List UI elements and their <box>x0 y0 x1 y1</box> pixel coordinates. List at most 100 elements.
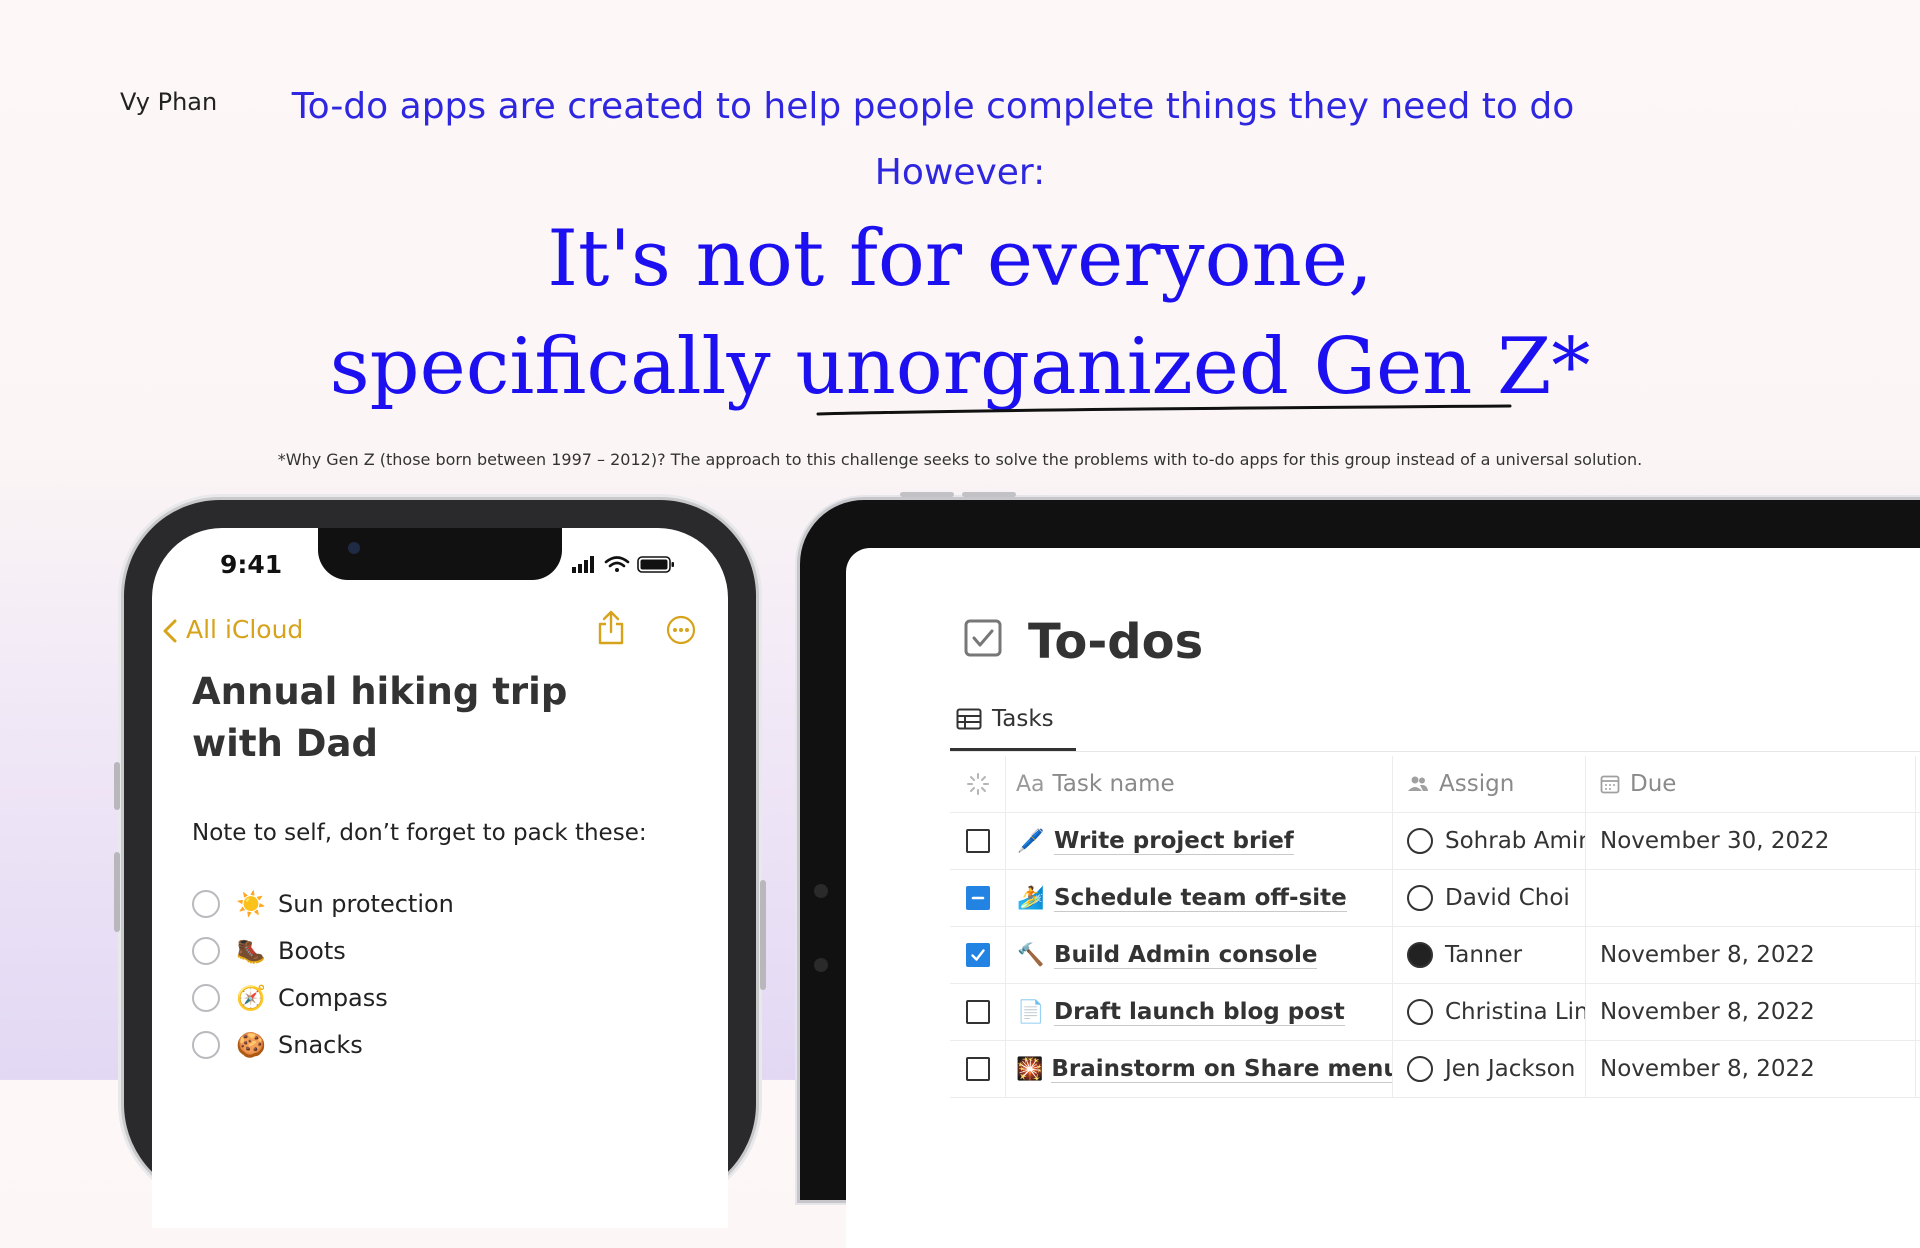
table-row: 📄 Draft launch blog post Christina Lin N… <box>950 984 1920 1041</box>
assignee-name: David Choi <box>1445 885 1570 911</box>
sparkler-icon: 🎇 <box>1016 1056 1044 1082</box>
checklist-item: 🥾 Boots <box>192 927 454 974</box>
table-row: 🎇 Brainstorm on Share menu Jen Jackson N… <box>950 1041 1920 1098</box>
checkbox-circle[interactable] <box>192 983 220 1012</box>
due-column-header[interactable]: Due <box>1586 756 1916 812</box>
checklist-item-label[interactable]: Snacks <box>278 1031 363 1059</box>
tablet-volume-button <box>900 492 954 497</box>
checkbox-circle[interactable] <box>192 1030 220 1059</box>
checkbox-circle[interactable] <box>192 936 220 965</box>
checklist-item: 🧭 Compass <box>192 974 454 1021</box>
people-icon <box>1408 776 1428 791</box>
tablet-volume-button <box>962 492 1016 497</box>
due-cell[interactable]: November 30, 2022 <box>1586 813 1916 869</box>
checklist-item-label[interactable]: Sun protection <box>278 890 454 918</box>
minus-icon <box>971 896 984 900</box>
table-row: 🖊️ Write project brief Sohrab Amin Novem… <box>950 813 1920 870</box>
task-name-cell[interactable]: 🖊️ Write project brief <box>1006 813 1393 869</box>
task-checkbox[interactable] <box>965 1057 990 1081</box>
phone-notch <box>318 528 562 580</box>
status-cell <box>950 927 1006 983</box>
note-title[interactable]: Annual hiking trip with Dad <box>192 666 652 770</box>
checkbox-circle[interactable] <box>192 889 220 918</box>
chevron-left-icon <box>163 619 177 643</box>
note-body[interactable]: Note to self, don’t forget to pack these… <box>192 820 647 846</box>
assignee-name: Tanner <box>1445 942 1523 968</box>
phone-side-button <box>114 762 120 810</box>
status-icons <box>572 556 674 573</box>
avatar <box>1407 828 1433 854</box>
task-name-column-header[interactable]: Aa Task name <box>1006 756 1393 812</box>
task-name-cell[interactable]: 🎇 Brainstorm on Share menu <box>1006 1041 1393 1097</box>
intro-text: To-do apps are created to help people co… <box>291 86 1575 127</box>
task-name-cell[interactable]: 📄 Draft launch blog post <box>1006 984 1393 1040</box>
avatar <box>1407 942 1433 968</box>
status-column-header[interactable] <box>950 756 1006 812</box>
due-date: November 8, 2022 <box>1600 1056 1815 1082</box>
assignee-cell[interactable]: Christina Lin <box>1393 984 1586 1040</box>
due-cell[interactable]: November 8, 2022 <box>1586 984 1916 1040</box>
assign-column-header[interactable]: Assign <box>1393 756 1586 812</box>
tablet-sensor <box>814 884 828 898</box>
table-icon <box>956 708 982 730</box>
checklist-item-label[interactable]: Boots <box>278 937 346 965</box>
due-cell[interactable]: November 8, 2022 <box>1586 927 1916 983</box>
back-link[interactable]: All iCloud <box>162 615 303 644</box>
task-name[interactable]: Build Admin console <box>1054 942 1318 969</box>
avatar <box>1407 885 1433 911</box>
task-name-cell[interactable]: 🔨 Build Admin console <box>1006 927 1393 983</box>
task-name-cell[interactable]: 🏄 Schedule team off-site <box>1006 870 1393 926</box>
checklist-item: 🍪 Snacks <box>192 1021 454 1068</box>
footnote: *Why Gen Z (those born between 1997 – 20… <box>277 450 1643 469</box>
assignee-cell[interactable]: Sohrab Amin <box>1393 813 1586 869</box>
more-icon[interactable] <box>666 615 696 645</box>
compass-icon: 🧭 <box>236 983 266 1012</box>
tablet-screen: To-dos Tasks Aa Task name Assign Due 🖊️ … <box>846 548 1920 1248</box>
assignee-cell[interactable]: Jen Jackson <box>1393 1041 1586 1097</box>
task-name[interactable]: Write project brief <box>1054 828 1294 855</box>
task-checkbox[interactable] <box>965 886 990 910</box>
phone-screen: 9:41 All iCloud Annual hiking trip with … <box>152 528 728 1228</box>
however-text: However: <box>874 152 1046 193</box>
assignee-cell[interactable]: Tanner <box>1393 927 1586 983</box>
table-row: 🏄 Schedule team off-site David Choi <box>950 870 1920 927</box>
headline: It's not for everyone, specifically unor… <box>0 205 1920 421</box>
task-name[interactable]: Draft launch blog post <box>1054 999 1345 1026</box>
checklist-item: ☀️ Sun protection <box>192 880 454 927</box>
headline-line-1: It's not for everyone, <box>547 214 1373 304</box>
wifi-icon <box>604 556 630 572</box>
avatar <box>1407 1056 1433 1082</box>
status-cell <box>950 870 1006 926</box>
share-icon[interactable] <box>596 610 626 646</box>
phone-volume-button <box>114 852 120 932</box>
active-tab-underline <box>950 748 1076 751</box>
cookie-icon: 🍪 <box>236 1030 266 1059</box>
tablet-sensor <box>814 958 828 972</box>
checklist-item-label[interactable]: Compass <box>278 984 388 1012</box>
status-cell <box>950 1041 1006 1097</box>
task-checkbox[interactable] <box>965 829 990 853</box>
assignee-name: Christina Lin <box>1445 999 1586 1025</box>
check-icon <box>970 949 985 961</box>
page-title[interactable]: To-dos <box>1028 614 1203 670</box>
phone-device: 9:41 All iCloud Annual hiking trip with … <box>114 500 766 1228</box>
task-name[interactable]: Brainstorm on Share menu <box>1051 1056 1392 1083</box>
battery-icon <box>637 556 674 573</box>
status-cell <box>950 813 1006 869</box>
task-name[interactable]: Schedule team off-site <box>1054 885 1347 912</box>
boot-icon: 🥾 <box>236 936 266 965</box>
text-type-icon: Aa <box>1016 771 1045 797</box>
task-checkbox[interactable] <box>965 943 990 967</box>
back-label: All iCloud <box>186 615 304 644</box>
due-cell[interactable] <box>1586 870 1916 926</box>
due-cell[interactable]: November 8, 2022 <box>1586 1041 1916 1097</box>
tablet-device: To-dos Tasks Aa Task name Assign Due 🖊️ … <box>800 492 1920 1248</box>
due-date: November 8, 2022 <box>1600 942 1815 968</box>
assignee-cell[interactable]: David Choi <box>1393 870 1586 926</box>
surfer-icon: 🏄 <box>1017 885 1045 911</box>
task-checkbox[interactable] <box>965 1000 990 1024</box>
calendar-icon <box>1600 775 1620 794</box>
assignee-name: Jen Jackson <box>1445 1056 1576 1082</box>
status-time: 9:41 <box>220 550 283 579</box>
tab-tasks[interactable]: Tasks <box>956 706 1054 732</box>
